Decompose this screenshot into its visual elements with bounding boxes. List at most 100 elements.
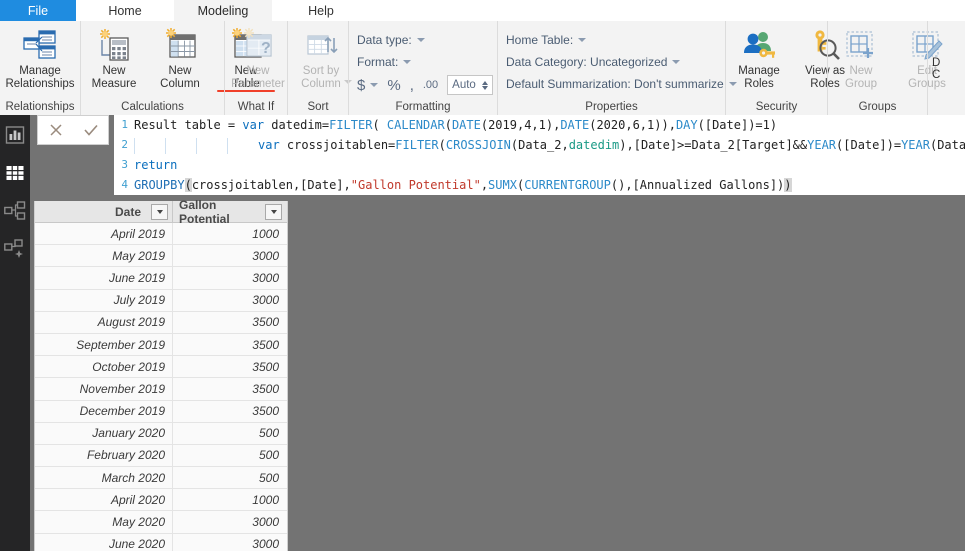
new-measure-button[interactable]: New Measure bbox=[81, 25, 147, 91]
table-row[interactable]: March 2020 500 bbox=[35, 467, 287, 490]
cell-date[interactable]: May 2020 bbox=[35, 511, 173, 533]
new-group-button[interactable]: New Group bbox=[828, 25, 894, 91]
manage-roles-button[interactable]: Manage Roles bbox=[726, 25, 792, 91]
cell-date[interactable]: February 2020 bbox=[35, 444, 173, 467]
table-row[interactable]: January 2020 500 bbox=[35, 422, 287, 445]
cell-date[interactable]: November 2019 bbox=[35, 378, 173, 400]
cell-date[interactable]: September 2019 bbox=[35, 333, 173, 356]
gallon-potential-filter-dropdown-icon[interactable] bbox=[265, 203, 282, 220]
group-label-cutoff bbox=[928, 99, 958, 115]
tok-p1: ( bbox=[372, 118, 387, 132]
tab-file[interactable]: File bbox=[0, 0, 76, 21]
cell-gallon-potential[interactable]: 3500 bbox=[173, 378, 286, 399]
tab-modeling[interactable]: Modeling bbox=[174, 0, 272, 21]
format-row[interactable]: Format: bbox=[357, 52, 493, 71]
cell-gallon-potential[interactable]: 3000 bbox=[173, 290, 286, 311]
thousands-separator-button[interactable]: , bbox=[410, 77, 414, 94]
table-row[interactable]: April 2019 1000 bbox=[35, 223, 287, 246]
table-row[interactable]: June 2019 3000 bbox=[35, 267, 287, 290]
cell-gallon-potential[interactable]: 3500 bbox=[173, 334, 286, 355]
table-row[interactable]: October 2019 3500 bbox=[35, 356, 287, 379]
table-row[interactable]: May 2019 3000 bbox=[35, 245, 287, 268]
code-line-2: 2 var crossjoitablen=FILTER(CROSSJOIN(Da… bbox=[114, 135, 965, 155]
cancel-formula-button[interactable] bbox=[43, 119, 69, 141]
new-column-button[interactable]: New Column bbox=[147, 25, 213, 91]
table-row[interactable]: May 2020 3000 bbox=[35, 511, 287, 534]
code-line-2-text: var crossjoitablen=FILTER(CROSSJOIN(Data… bbox=[134, 135, 965, 155]
percent-format-button[interactable]: % bbox=[387, 77, 400, 94]
currency-format-button[interactable]: $ bbox=[357, 77, 379, 94]
table-row[interactable]: February 2020 500 bbox=[35, 444, 287, 468]
table-row[interactable]: September 2019 3500 bbox=[35, 333, 287, 357]
dax-formula-editor[interactable]: 1 Result table = var datedim=FILTER( CAL… bbox=[114, 115, 965, 195]
cell-date[interactable]: August 2019 bbox=[35, 311, 173, 333]
table-row[interactable]: December 2019 3500 bbox=[35, 400, 287, 423]
data-type-row[interactable]: Data type: bbox=[357, 30, 493, 49]
cutoff-line-1: D bbox=[932, 57, 941, 69]
cell-date[interactable]: January 2020 bbox=[35, 422, 173, 444]
data-category-row[interactable]: Data Category: Uncategorized bbox=[506, 52, 737, 71]
rail-item-report[interactable] bbox=[3, 125, 27, 149]
cell-date[interactable]: April 2020 bbox=[35, 489, 173, 511]
rail-item-data[interactable] bbox=[3, 163, 27, 187]
cell-gallon-potential[interactable]: 500 bbox=[173, 467, 286, 488]
cell-gallon-potential[interactable]: 3500 bbox=[173, 401, 286, 422]
cell-gallon-potential[interactable]: 3500 bbox=[173, 312, 286, 333]
cell-gallon-potential[interactable]: 3000 bbox=[173, 245, 286, 266]
cell-date[interactable]: December 2019 bbox=[35, 400, 173, 422]
cell-date[interactable]: June 2020 bbox=[35, 533, 173, 551]
cell-date[interactable]: May 2019 bbox=[35, 245, 173, 267]
new-parameter-button[interactable]: ? New Parameter bbox=[225, 25, 291, 91]
decimal-places-button[interactable]: .00 bbox=[423, 79, 438, 91]
tab-home[interactable]: Home bbox=[76, 0, 174, 21]
stepper-arrows-icon[interactable] bbox=[481, 80, 488, 90]
new-column-label: New Column bbox=[160, 65, 200, 90]
cell-gallon-potential[interactable]: 1000 bbox=[173, 223, 286, 244]
svg-text:?: ? bbox=[261, 40, 271, 57]
table-row[interactable]: June 2020 3000 bbox=[35, 533, 287, 551]
code-line-1-text: Result table = var datedim=FILTER( CALEN… bbox=[134, 115, 777, 135]
tok-a9: , bbox=[480, 178, 489, 192]
table-row[interactable]: July 2019 3000 bbox=[35, 289, 287, 312]
tab-help[interactable]: Help bbox=[272, 0, 370, 21]
data-type-chevron-down-icon[interactable] bbox=[416, 37, 425, 42]
data-category-chevron-down-icon[interactable] bbox=[672, 59, 681, 64]
cell-gallon-potential[interactable]: 3000 bbox=[173, 511, 286, 532]
cell-date[interactable]: June 2019 bbox=[35, 267, 173, 289]
rail-item-more[interactable] bbox=[3, 238, 27, 263]
cell-gallon-potential[interactable]: 3000 bbox=[173, 267, 286, 288]
cell-date[interactable]: March 2020 bbox=[35, 467, 173, 489]
column-header-gallon-potential[interactable]: Gallon Potential bbox=[173, 198, 286, 226]
table-row[interactable]: August 2019 3500 bbox=[35, 311, 287, 334]
date-filter-dropdown-icon[interactable] bbox=[151, 203, 168, 220]
decimal-places-stepper[interactable]: Auto bbox=[447, 75, 493, 95]
home-table-row[interactable]: Home Table: bbox=[506, 30, 737, 49]
cell-date[interactable]: April 2019 bbox=[35, 223, 173, 245]
group-label-groups: Groups bbox=[858, 101, 897, 113]
cell-gallon-potential[interactable]: 3000 bbox=[173, 534, 286, 551]
ribbon-group-properties: Home Table: Data Category: Uncategorized… bbox=[497, 21, 737, 115]
cell-date[interactable]: July 2019 bbox=[35, 289, 173, 311]
manage-relationships-button[interactable]: Manage Relationships bbox=[0, 25, 80, 91]
relationships-icon bbox=[4, 200, 26, 226]
commit-formula-button[interactable] bbox=[78, 119, 104, 141]
default-summarization-row[interactable]: Default Summarization: Don't summarize bbox=[506, 74, 737, 93]
ribbon-tab-strip: File Home Modeling Help bbox=[0, 0, 965, 22]
table-row[interactable]: November 2019 3500 bbox=[35, 378, 287, 401]
group-label-calculations: Calculations bbox=[121, 101, 184, 113]
formula-bar-area: 1 Result table = var datedim=FILTER( CAL… bbox=[30, 115, 965, 195]
column-header-date[interactable]: Date bbox=[35, 201, 173, 222]
cell-gallon-potential[interactable]: 3500 bbox=[173, 356, 286, 377]
cell-gallon-potential[interactable]: 500 bbox=[173, 445, 286, 466]
cell-gallon-potential[interactable]: 1000 bbox=[173, 489, 286, 510]
cell-gallon-potential[interactable]: 500 bbox=[173, 423, 286, 444]
table-row[interactable]: April 2020 1000 bbox=[35, 489, 287, 512]
format-chevron-down-icon[interactable] bbox=[403, 59, 412, 64]
currency-chevron-down-icon[interactable] bbox=[370, 83, 379, 87]
home-table-chevron-down-icon[interactable] bbox=[578, 37, 587, 42]
cell-date[interactable]: October 2019 bbox=[35, 356, 173, 378]
rail-item-model[interactable] bbox=[3, 200, 27, 226]
sort-by-column-button[interactable]: Sort by Column bbox=[288, 25, 354, 91]
new-group-label: New Group bbox=[845, 65, 877, 90]
code-line-4: 4 GROUPBY(crossjoitablen,[Date],"Gallon … bbox=[114, 175, 965, 195]
